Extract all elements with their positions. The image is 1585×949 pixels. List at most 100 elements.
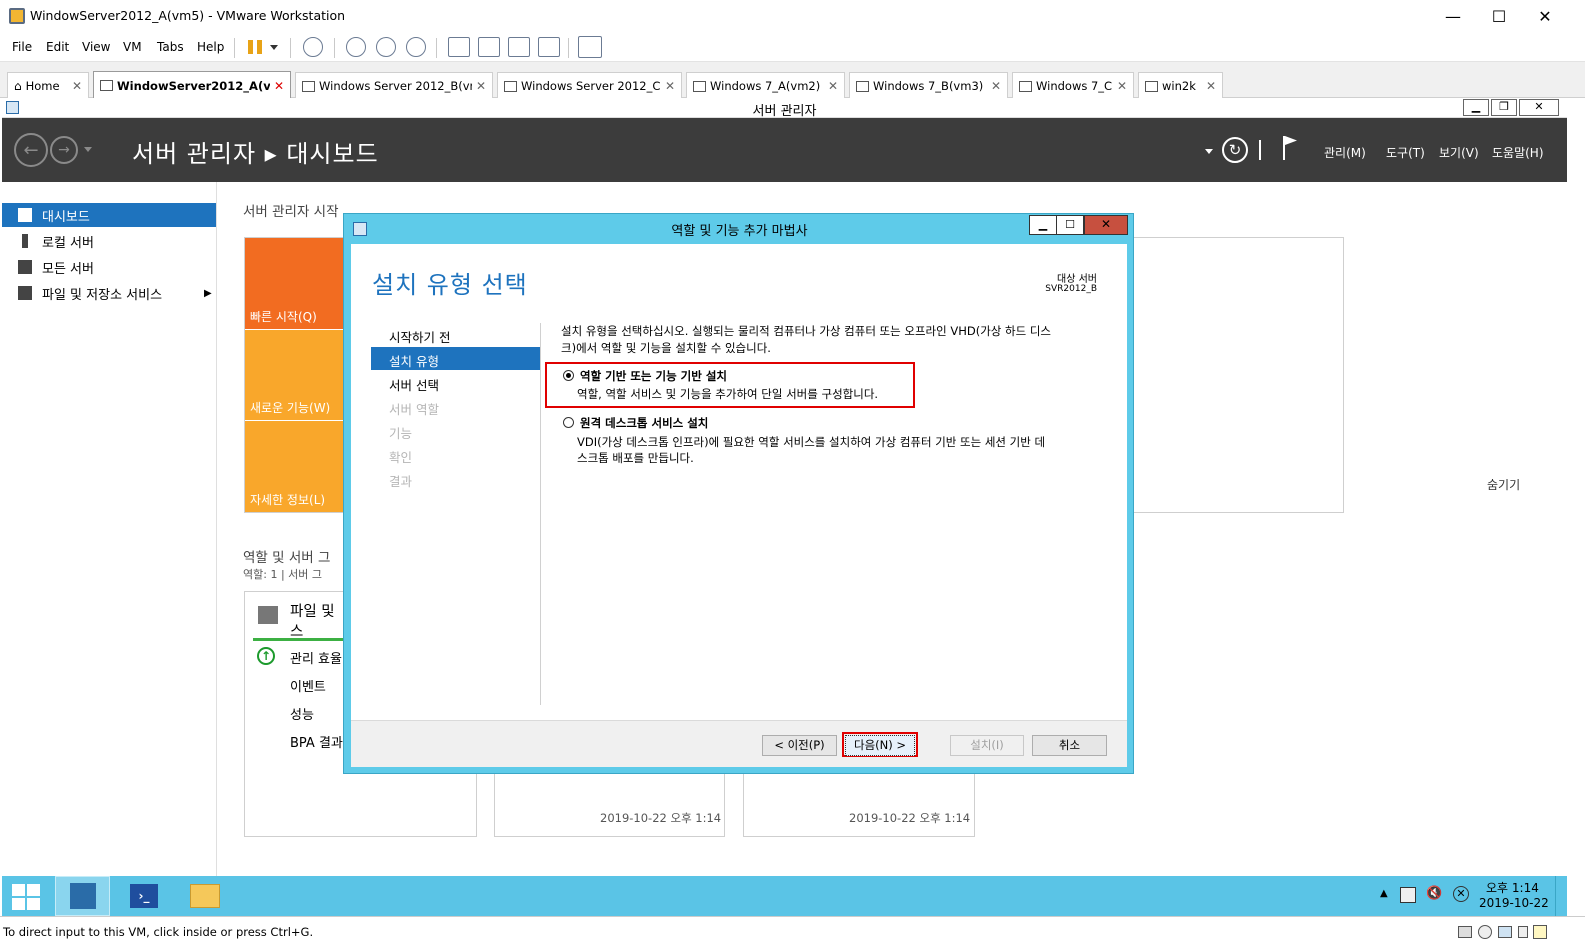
tab-windows-7-a[interactable]: Windows 7_A(vm2) ✕ bbox=[686, 72, 845, 99]
usb-icon[interactable] bbox=[1518, 926, 1528, 938]
card-row[interactable]: 이벤트 bbox=[290, 676, 326, 695]
step-installation-type[interactable]: 설치 유형 bbox=[389, 351, 439, 370]
close-icon[interactable]: ✕ bbox=[828, 79, 838, 93]
message-log-icon[interactable] bbox=[1533, 925, 1547, 939]
show-hidden-icons[interactable]: ▲ bbox=[1380, 888, 1388, 899]
menu-manage[interactable]: 관리(M) bbox=[1324, 144, 1366, 161]
full-screen-icon[interactable] bbox=[508, 37, 530, 57]
nav-local-server[interactable]: 로컬 서버 bbox=[2, 229, 216, 253]
vm-icon bbox=[504, 80, 517, 92]
close-icon[interactable]: ✕ bbox=[476, 79, 486, 93]
chevron-down-icon[interactable] bbox=[1205, 149, 1213, 154]
tab-windows-server-2012-b[interactable]: Windows Server 2012_B(vm4)✕ bbox=[295, 72, 493, 99]
powershell-icon[interactable]: ›_ bbox=[130, 884, 158, 908]
clock-time[interactable]: 오후 1:14 bbox=[1486, 879, 1539, 896]
role-based-radio[interactable] bbox=[563, 370, 574, 381]
close-button[interactable]: ✕ bbox=[1084, 215, 1128, 235]
snapshot-manager-icon[interactable] bbox=[406, 37, 426, 57]
nav-all-servers[interactable]: 모든 서버 bbox=[2, 255, 216, 279]
volume-muted-icon[interactable]: 🔇 bbox=[1426, 886, 1442, 901]
close-icon[interactable]: ✕ bbox=[991, 79, 1001, 93]
refresh-icon[interactable]: ↻ bbox=[1222, 137, 1248, 163]
tab-windows-7-b[interactable]: Windows 7_B(vm3) ✕ bbox=[849, 72, 1008, 99]
show-library-icon[interactable] bbox=[448, 37, 470, 57]
cd-drive-icon[interactable] bbox=[1478, 925, 1492, 939]
chevron-down-icon[interactable] bbox=[84, 147, 92, 152]
add-roles-wizard[interactable]: 역할 및 기능 추가 마법사 ▁ ☐ ✕ 설치 유형 선택 대상 서버 SVR2… bbox=[343, 213, 1134, 774]
notifications-flag-icon[interactable] bbox=[1283, 136, 1297, 160]
close-icon[interactable]: ✕ bbox=[1117, 79, 1127, 93]
menu-help[interactable]: 도움말(H) bbox=[1492, 144, 1544, 161]
nav-dashboard[interactable]: 대시보드 bbox=[2, 203, 216, 227]
console-view-icon[interactable] bbox=[578, 36, 602, 58]
minimize-button[interactable]: ▁ bbox=[1463, 99, 1489, 116]
file-explorer-icon[interactable] bbox=[190, 884, 220, 908]
menu-vm[interactable]: VM bbox=[123, 40, 142, 54]
hide-link[interactable]: 숨기기 bbox=[1487, 476, 1520, 493]
thumbnail-bar-icon[interactable] bbox=[478, 37, 500, 57]
menu-view[interactable]: View bbox=[82, 40, 110, 54]
menu-tools[interactable]: 도구(T) bbox=[1386, 144, 1425, 161]
hard-disk-icon[interactable] bbox=[1458, 926, 1472, 938]
nav-file-storage[interactable]: 파일 및 저장소 서비스 ▶ bbox=[2, 281, 216, 305]
unity-icon[interactable] bbox=[538, 37, 560, 57]
file-storage-icon bbox=[258, 606, 278, 624]
intro-text-cont: 크)에서 역할 및 기능을 설치할 수 있습니다. bbox=[561, 341, 771, 355]
chevron-right-icon: ▶ bbox=[204, 287, 212, 299]
card-row[interactable]: 관리 효율 bbox=[290, 648, 342, 667]
next-button[interactable]: 다음(N) > bbox=[845, 735, 915, 756]
close-button[interactable]: ✕ bbox=[1522, 0, 1568, 32]
card-row[interactable]: BPA 결과 bbox=[290, 732, 343, 751]
wizard-footer: < 이전(P) 다음(N) > 설치(I) 취소 bbox=[351, 720, 1127, 767]
close-button[interactable]: ✕ bbox=[1519, 99, 1559, 116]
close-icon[interactable]: ✕ bbox=[665, 79, 675, 93]
step-before-you-begin[interactable]: 시작하기 전 bbox=[389, 327, 450, 346]
card-row[interactable]: 성능 bbox=[290, 704, 314, 723]
learn-more-tile[interactable]: 자세한 정보(L) bbox=[245, 421, 355, 512]
menu-tabs[interactable]: Tabs bbox=[157, 40, 184, 54]
menu-help[interactable]: Help bbox=[197, 40, 224, 54]
pause-icon[interactable] bbox=[248, 40, 262, 54]
tab-home[interactable]: ⌂ Home ✕ bbox=[7, 72, 89, 99]
step-features: 기능 bbox=[389, 426, 413, 441]
menu-file[interactable]: File bbox=[12, 40, 32, 54]
maximize-button[interactable]: ☐ bbox=[1476, 0, 1522, 32]
chevron-down-icon[interactable] bbox=[270, 45, 278, 50]
remote-desktop-radio[interactable] bbox=[563, 417, 574, 428]
tab-windows-server-2012-c[interactable]: Windows Server 2012_C ✕ bbox=[497, 72, 682, 99]
menu-edit[interactable]: Edit bbox=[46, 40, 69, 54]
close-icon[interactable]: ✕ bbox=[274, 79, 284, 93]
cancel-button[interactable]: 취소 bbox=[1032, 735, 1107, 756]
window-title: WindowServer2012_A(vm5) - VMware Worksta… bbox=[30, 8, 346, 23]
whats-new-tile[interactable]: 새로운 기능(W) bbox=[245, 330, 355, 420]
revert-snapshot-icon[interactable] bbox=[376, 37, 396, 57]
quick-start-tile[interactable]: 빠른 시작(Q) bbox=[245, 238, 355, 329]
network-adapter-icon[interactable] bbox=[1498, 926, 1512, 938]
clock-date[interactable]: 2019-10-22 bbox=[1479, 896, 1549, 910]
close-icon[interactable]: ✕ bbox=[1206, 79, 1216, 93]
windows-start-icon[interactable] bbox=[12, 884, 40, 910]
role-based-title[interactable]: 역할 기반 또는 기능 기반 설치 bbox=[580, 368, 727, 384]
restore-button[interactable]: ❐ bbox=[1491, 99, 1517, 116]
divider bbox=[1259, 140, 1261, 160]
menu-view[interactable]: 보기(V) bbox=[1439, 144, 1479, 161]
back-arrow-icon[interactable]: ← bbox=[14, 133, 48, 167]
network-icon[interactable] bbox=[1400, 887, 1416, 903]
previous-button[interactable]: < 이전(P) bbox=[762, 735, 837, 756]
snapshot-icon[interactable] bbox=[346, 37, 366, 57]
forward-arrow-icon[interactable]: → bbox=[50, 136, 78, 164]
step-server-selection[interactable]: 서버 선택 bbox=[389, 375, 439, 394]
remote-desktop-title[interactable]: 원격 데스크톱 서비스 설치 bbox=[580, 415, 708, 431]
send-ctrl-alt-del-icon[interactable] bbox=[303, 37, 323, 57]
vm-icon bbox=[1145, 80, 1158, 92]
tab-windows-7-c[interactable]: Windows 7_C ✕ bbox=[1012, 72, 1134, 99]
show-desktop-button[interactable] bbox=[1555, 876, 1561, 916]
server-manager-taskbar-icon[interactable] bbox=[55, 876, 110, 916]
minimize-button[interactable]: ▁ bbox=[1029, 215, 1057, 235]
action-center-icon[interactable]: ✕ bbox=[1453, 886, 1469, 902]
maximize-button[interactable]: ☐ bbox=[1056, 215, 1084, 235]
tab-windowserver2012-a[interactable]: WindowServer2012_A(v... ✕ bbox=[93, 71, 291, 99]
close-icon[interactable]: ✕ bbox=[72, 79, 82, 93]
minimize-button[interactable]: — bbox=[1430, 0, 1476, 32]
tab-win2k[interactable]: win2k ✕ bbox=[1138, 72, 1223, 99]
